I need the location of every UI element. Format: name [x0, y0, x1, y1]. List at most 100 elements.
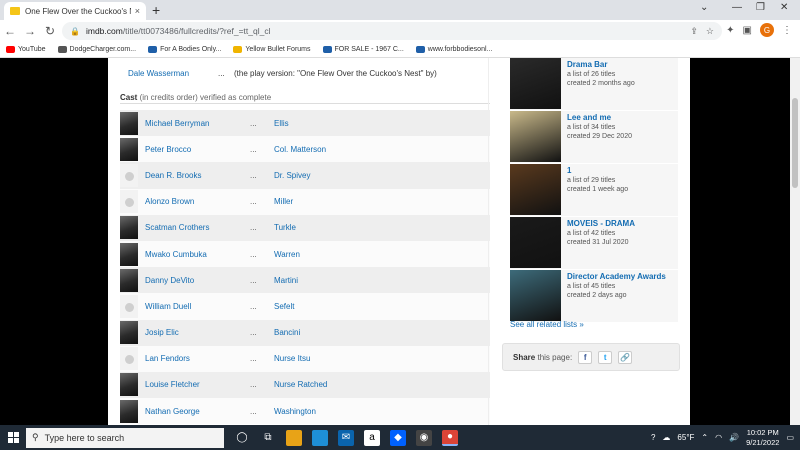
actor-name-link[interactable]: Scatman Crothers [145, 223, 250, 232]
actor-name-link[interactable]: Michael Berryman [145, 119, 250, 128]
character-name-link[interactable]: Sefelt [274, 302, 294, 311]
list-name-link[interactable]: Drama Bar [567, 60, 635, 70]
close-window-icon[interactable]: ✕ [780, 2, 788, 13]
list-name-link[interactable]: MOVEIS - DRAMA [567, 219, 635, 229]
actor-name-link[interactable]: Josip Elic [145, 328, 250, 337]
list-count: a list of 34 titles [567, 124, 616, 131]
back-icon[interactable]: ← [0, 24, 20, 38]
character-name-link[interactable]: Turkle [274, 223, 296, 232]
list-thumbnail[interactable] [510, 58, 561, 109]
side-panel-icon[interactable]: ▣ [743, 25, 752, 36]
bookmark-item[interactable]: For A Bodies Only... [148, 46, 221, 53]
task-view-icon[interactable]: ⧉ [260, 430, 276, 446]
actor-photo[interactable] [120, 321, 138, 345]
list-info: 1a list of 29 titles created 1 week ago [561, 164, 628, 216]
weather-temp[interactable]: 65°F [677, 433, 694, 442]
actor-name-link[interactable]: Louise Fletcher [145, 380, 250, 389]
extensions-icon[interactable]: ✦ [726, 25, 734, 36]
mail-icon[interactable]: ✉ [338, 429, 354, 446]
bookmark-star-icon[interactable]: ☆ [706, 26, 714, 37]
twitter-icon[interactable]: t [598, 350, 613, 364]
bookmark-item[interactable]: FOR SALE - 1967 C... [322, 46, 404, 53]
list-name-link[interactable]: 1 [567, 166, 628, 176]
actor-name-link[interactable]: Mwako Cumbuka [145, 250, 250, 259]
no-photo-icon[interactable] [120, 347, 138, 371]
character-name-link[interactable]: Martini [274, 276, 298, 285]
bookmark-item[interactable]: www.forbbodiesonl... [415, 46, 492, 53]
restore-icon[interactable]: ❐ [756, 2, 765, 13]
bookmark-favicon-icon [233, 46, 243, 53]
forward-icon[interactable]: → [20, 24, 40, 38]
amazon-icon[interactable]: a [364, 429, 380, 446]
facebook-icon[interactable]: f [578, 350, 593, 364]
volume-icon[interactable]: 🔊 [729, 433, 739, 442]
character-name-link[interactable]: Warren [274, 250, 300, 259]
app-icon[interactable]: ◉ [416, 429, 432, 446]
bookmarks-bar: YouTube DodgeCharger.com... For A Bodies O… [0, 42, 800, 58]
character-name-link[interactable]: Nurse Itsu [274, 354, 310, 363]
no-photo-icon[interactable] [120, 294, 138, 318]
bookmark-item[interactable]: Yellow Bullet Forums [233, 46, 311, 53]
network-icon[interactable]: ◠ [715, 433, 722, 442]
writer-name-link[interactable]: Dale Wasserman [128, 69, 218, 78]
list-name-link[interactable]: Lee and me [567, 113, 632, 123]
clock[interactable]: 10:02 PM 9/21/2022 [746, 428, 779, 448]
page-scrollbar[interactable] [790, 58, 800, 425]
start-button[interactable] [0, 425, 26, 450]
file-explorer-icon[interactable] [286, 429, 302, 446]
actor-photo[interactable] [120, 111, 138, 135]
bookmark-item[interactable]: YouTube [6, 46, 46, 53]
actor-photo[interactable] [120, 373, 138, 397]
actor-name-link[interactable]: Nathan George [145, 407, 250, 416]
actor-name-link[interactable]: Alonzo Brown [145, 197, 250, 206]
profile-avatar[interactable]: G [760, 23, 774, 37]
weather-icon[interactable]: ☁ [662, 433, 670, 442]
list-thumbnail[interactable] [510, 270, 561, 321]
character-name-link[interactable]: Washington [274, 407, 316, 416]
actor-name-link[interactable]: Danny DeVito [145, 276, 250, 285]
cast-row: Mwako Cumbuka... Warren [120, 240, 490, 268]
character-name-link[interactable]: Ellis [274, 119, 289, 128]
browser-tab[interactable]: One Flew Over the Cuckoo's Nest × [4, 2, 146, 20]
menu-icon[interactable]: ⋮ [782, 25, 792, 36]
list-thumbnail[interactable] [510, 111, 561, 162]
close-tab-icon[interactable]: × [135, 6, 140, 16]
link-icon[interactable]: 🔗 [618, 350, 633, 364]
character-name-link[interactable]: Miller [274, 197, 293, 206]
see-all-lists-link[interactable]: See all related lists » [510, 320, 584, 329]
minimize-icon[interactable]: — [732, 2, 742, 13]
list-name-link[interactable]: Director Academy Awards [567, 272, 666, 282]
cortana-icon[interactable]: ◯ [234, 430, 250, 446]
taskbar-search[interactable]: ⚲ Type here to search [26, 427, 224, 448]
bookmark-item[interactable]: DodgeCharger.com... [57, 46, 136, 53]
character-name-link[interactable]: Dr. Spivey [274, 171, 310, 180]
help-icon[interactable]: ? [651, 433, 655, 442]
character-name-link[interactable]: Col. Matterson [274, 145, 326, 154]
share-icon[interactable]: ⇪ [690, 26, 698, 37]
no-photo-icon[interactable] [120, 190, 138, 214]
actor-name-link[interactable]: Peter Brocco [145, 145, 250, 154]
chrome-icon[interactable]: ● [442, 429, 458, 446]
actor-photo[interactable] [120, 268, 138, 292]
list-thumbnail[interactable] [510, 217, 561, 268]
character-name-link[interactable]: Nurse Ratched [274, 380, 327, 389]
character-name-link[interactable]: Bancini [274, 328, 300, 337]
actor-photo[interactable] [120, 242, 138, 266]
scrollbar-thumb[interactable] [792, 98, 798, 188]
notifications-icon[interactable]: ▭ [786, 433, 794, 442]
address-bar[interactable]: 🔒 imdb.com/title/tt0073486/fullcredits/?… [62, 22, 722, 40]
show-hidden-icons-icon[interactable]: ⌃ [701, 433, 708, 442]
reload-icon[interactable]: ↻ [40, 24, 60, 38]
actor-name-link[interactable]: Lan Fendors [145, 354, 250, 363]
dropbox-icon[interactable]: ◆ [390, 429, 406, 446]
edge-icon[interactable] [312, 429, 328, 446]
actor-photo[interactable] [120, 399, 138, 423]
actor-photo[interactable] [120, 137, 138, 161]
actor-photo[interactable] [120, 216, 138, 240]
actor-name-link[interactable]: William Duell [145, 302, 250, 311]
no-photo-icon[interactable] [120, 163, 138, 187]
list-thumbnail[interactable] [510, 164, 561, 215]
chevron-down-icon[interactable]: ⌄ [700, 2, 708, 13]
actor-name-link[interactable]: Dean R. Brooks [145, 171, 250, 180]
new-tab-button[interactable]: + [152, 2, 160, 18]
